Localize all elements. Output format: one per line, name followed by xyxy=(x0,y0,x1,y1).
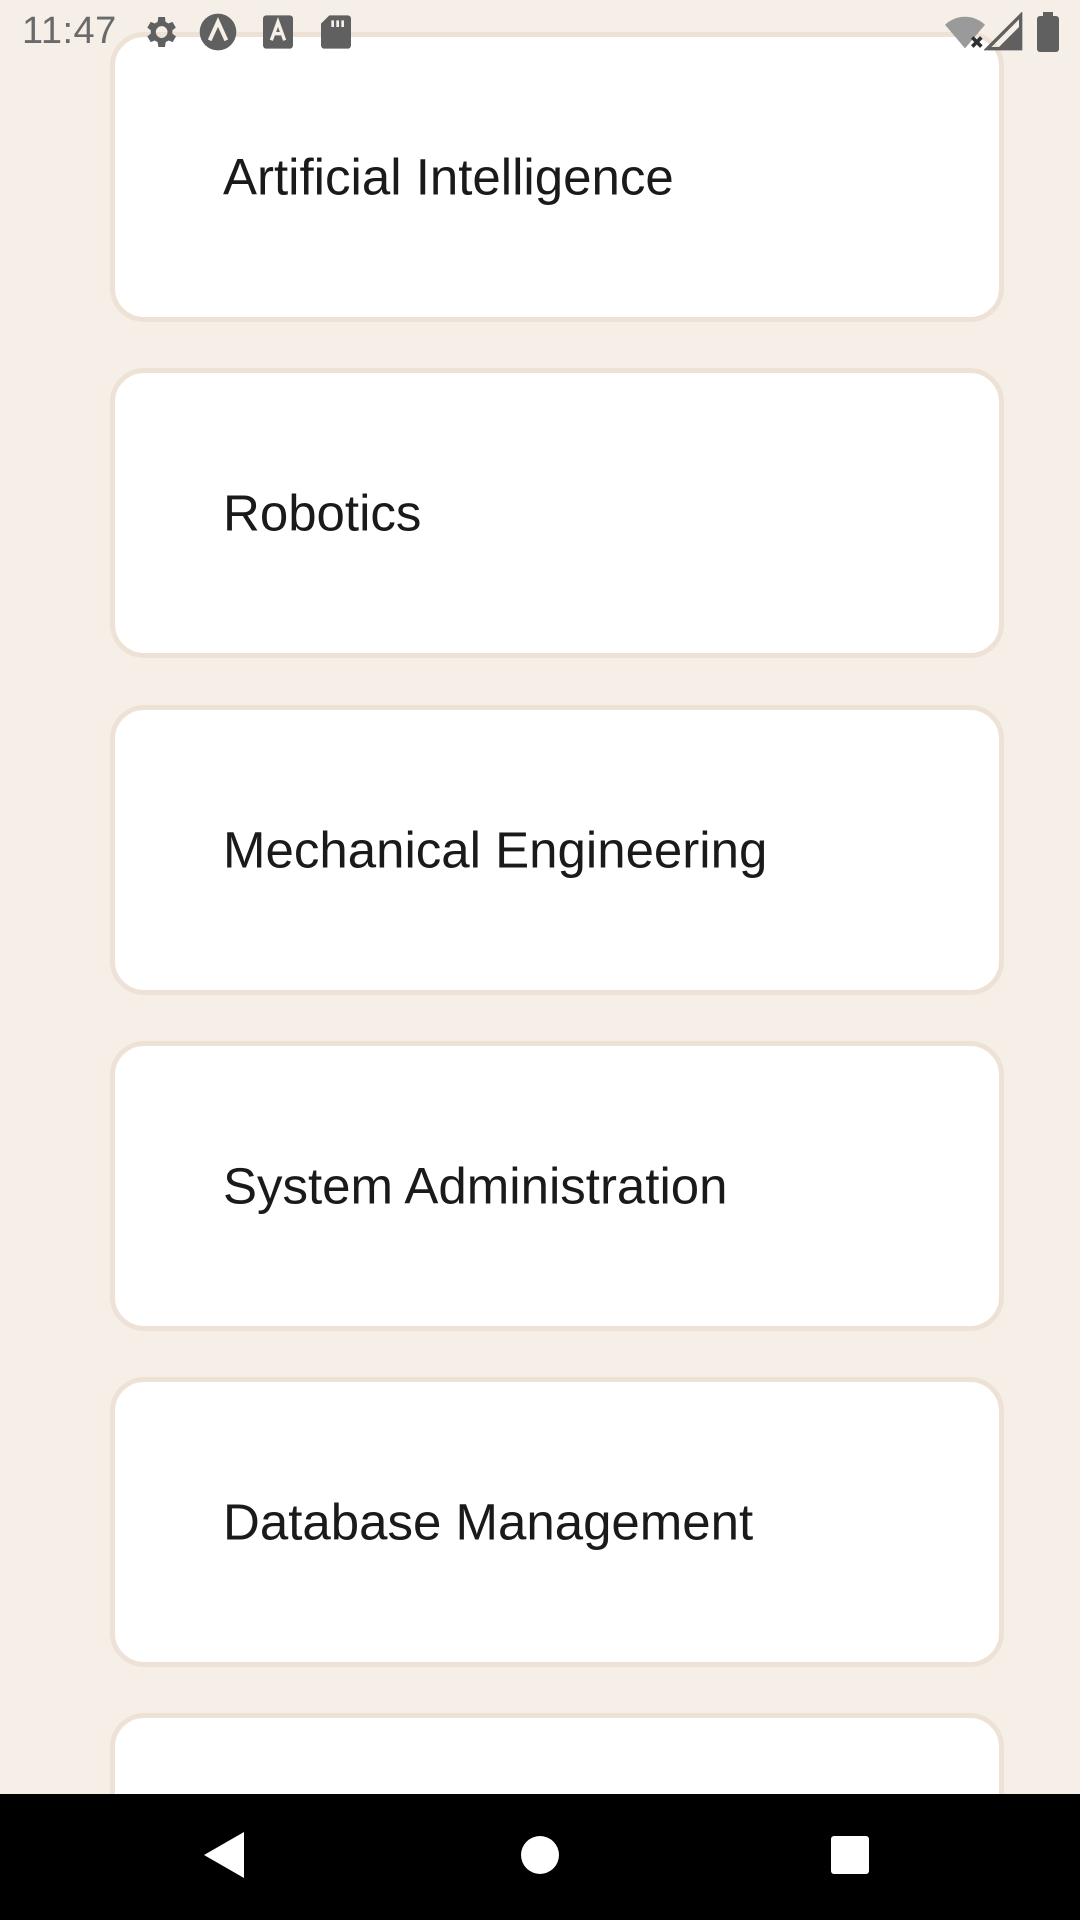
list-item-label: Artificial Intelligence xyxy=(223,148,674,206)
list-item-label: Mechanical Engineering xyxy=(223,821,768,879)
topic-list[interactable]: Artificial Intelligence Robotics Mechani… xyxy=(0,0,1080,1794)
gear-icon xyxy=(140,12,180,52)
vpn-icon xyxy=(198,12,238,52)
list-item[interactable] xyxy=(110,1713,1004,1794)
screen: Artificial Intelligence Robotics Mechani… xyxy=(0,0,1080,1920)
status-bar: 11:47 xyxy=(0,0,1080,64)
recents-icon xyxy=(829,1834,871,1881)
list-item-label: System Administration xyxy=(223,1157,728,1215)
list-item[interactable]: Robotics xyxy=(110,368,1004,658)
back-button[interactable] xyxy=(164,1794,284,1920)
sd-card-icon xyxy=(316,12,356,52)
back-icon xyxy=(202,1830,246,1885)
list-item[interactable]: System Administration xyxy=(110,1041,1004,1331)
home-icon xyxy=(519,1834,561,1881)
list-item[interactable]: Artificial Intelligence xyxy=(110,32,1004,322)
home-button[interactable] xyxy=(480,1794,600,1920)
status-time: 11:47 xyxy=(22,10,117,52)
navigation-bar xyxy=(0,1794,1080,1920)
signal-icon xyxy=(983,11,1024,52)
wifi-off-icon xyxy=(942,12,988,52)
list-item[interactable]: Mechanical Engineering xyxy=(110,705,1004,995)
font-icon xyxy=(258,12,298,52)
list-item[interactable]: Database Management xyxy=(110,1377,1004,1667)
list-item-label: Robotics xyxy=(223,484,422,542)
recents-button[interactable] xyxy=(790,1794,910,1920)
battery-icon xyxy=(1036,12,1060,52)
list-item-label: Database Management xyxy=(223,1493,754,1551)
